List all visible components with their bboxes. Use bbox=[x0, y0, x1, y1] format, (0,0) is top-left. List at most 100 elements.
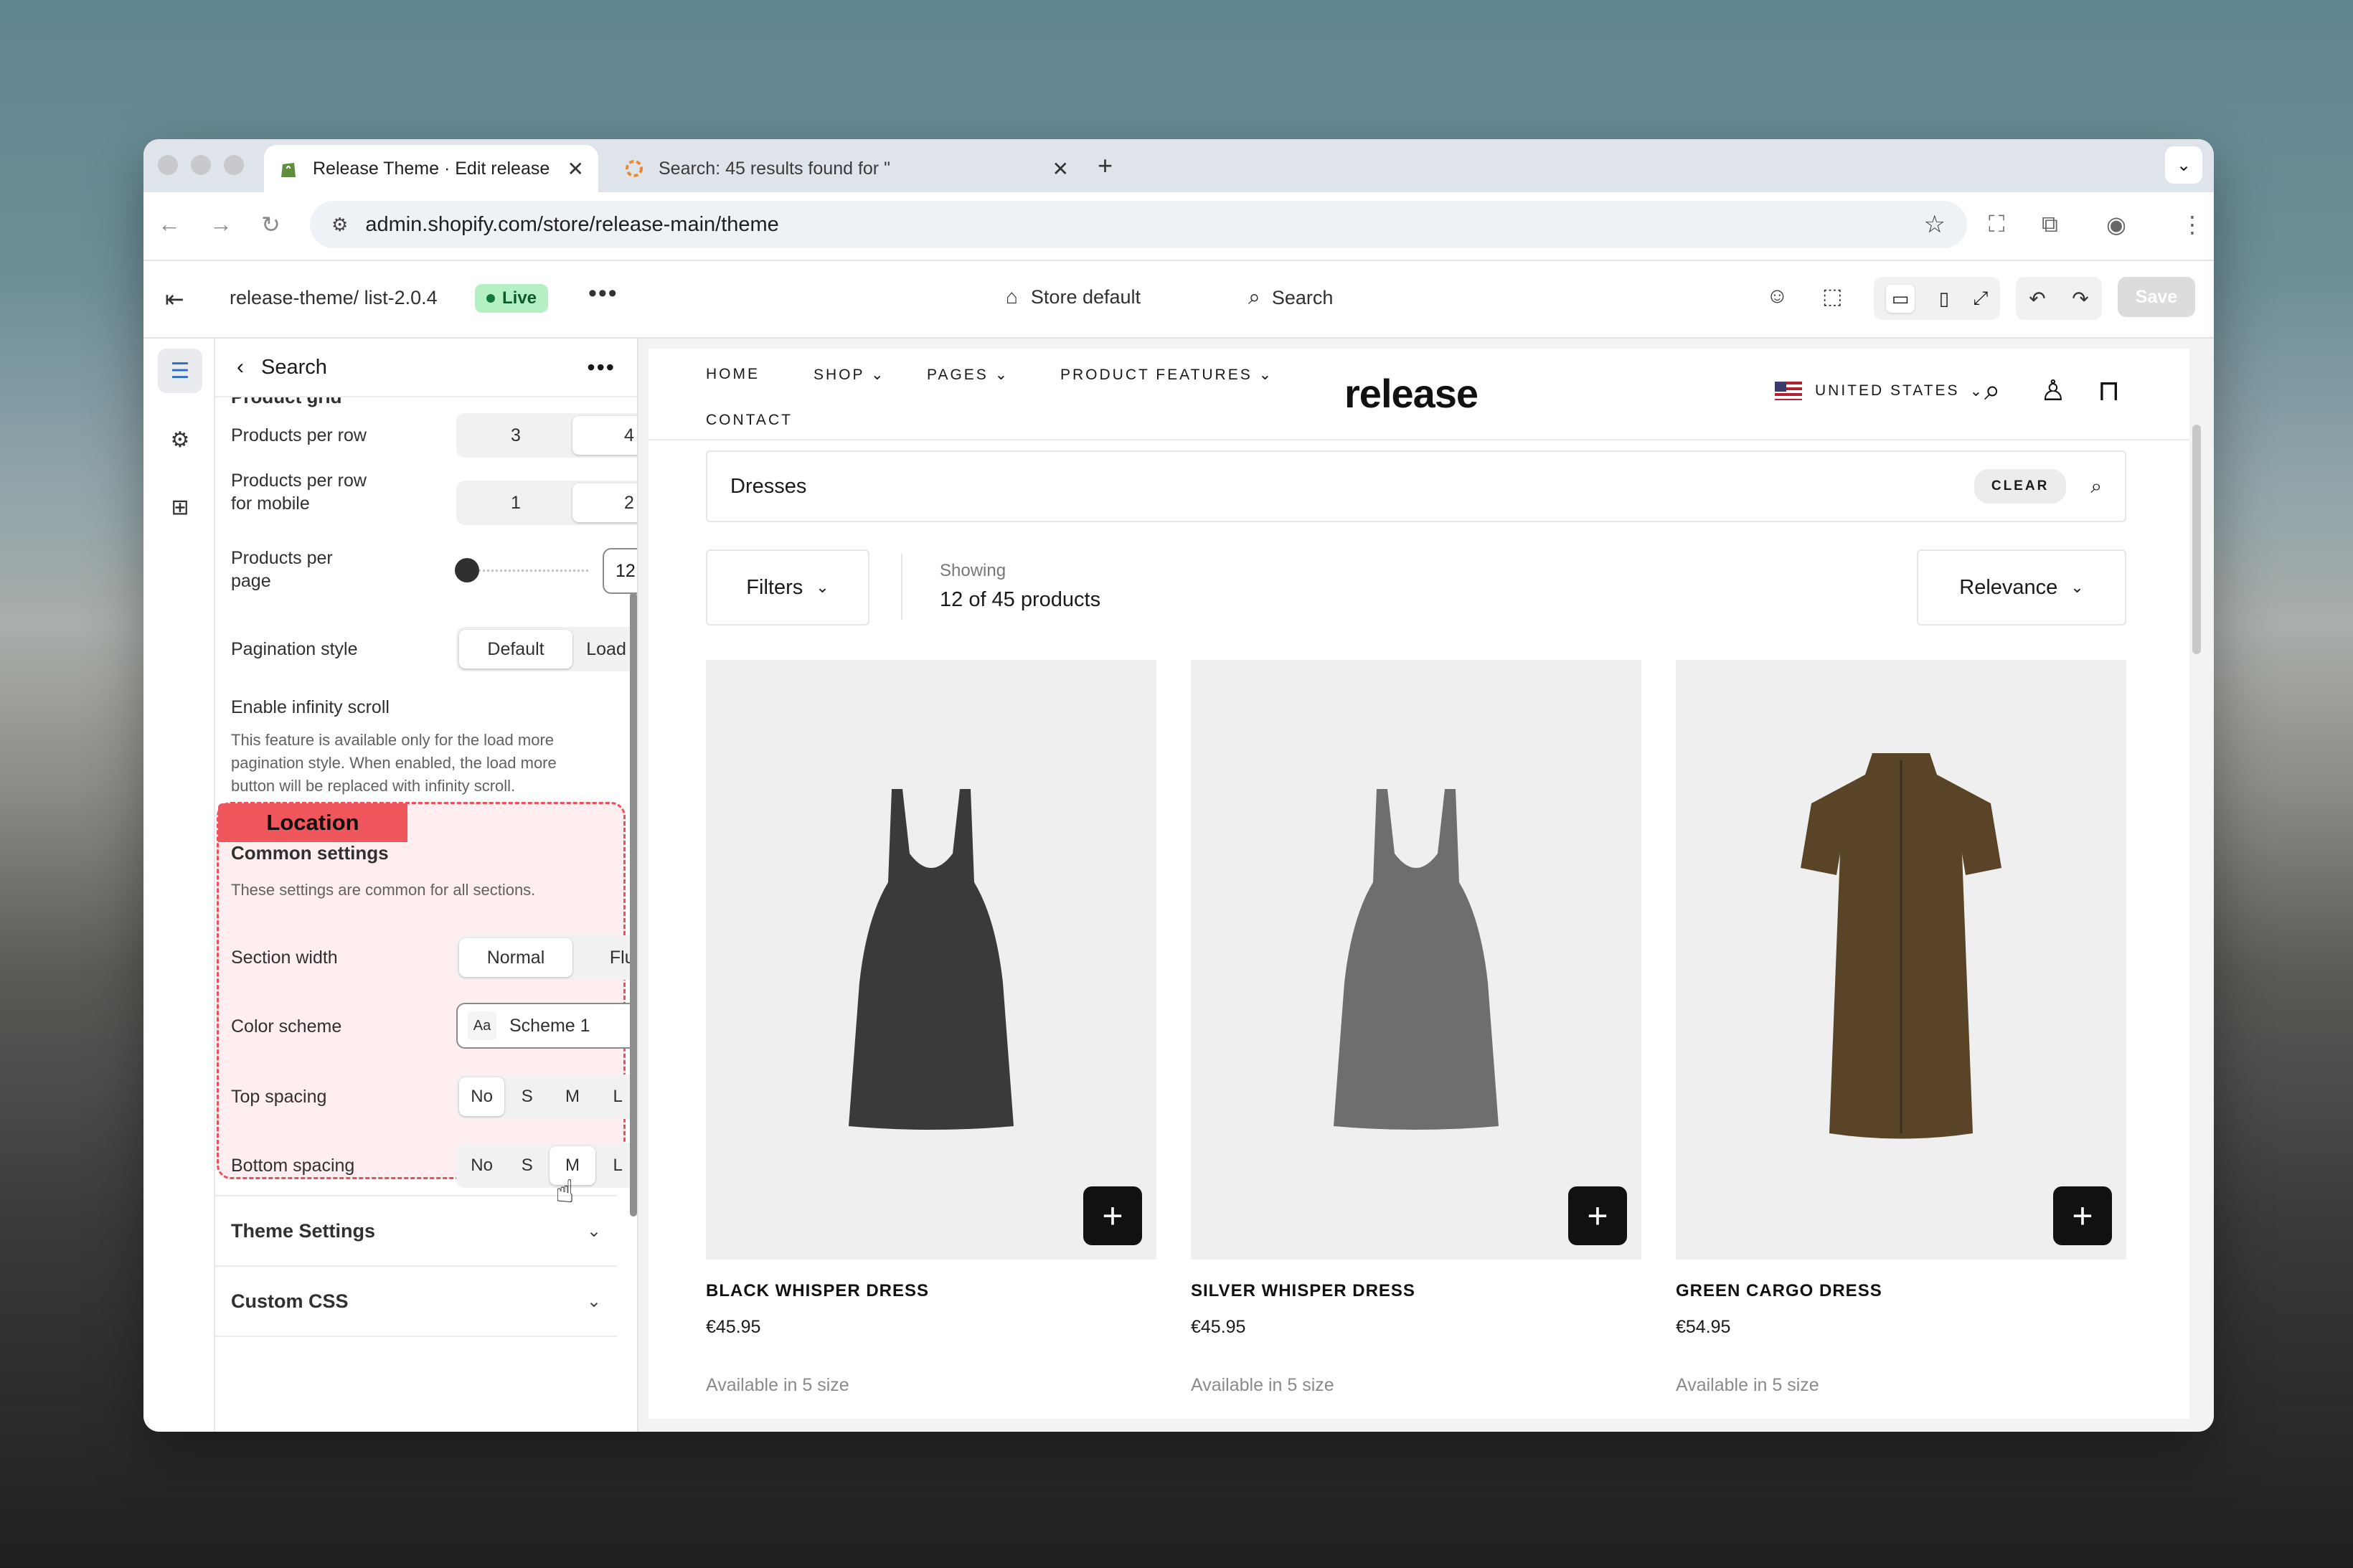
inspector-select-icon[interactable]: ⬚ bbox=[1822, 284, 1842, 309]
panel-title: Search bbox=[261, 355, 327, 379]
pagination-style-option[interactable]: Default bbox=[459, 630, 572, 669]
sort-select[interactable]: Relevance ⌄ bbox=[1917, 549, 2126, 625]
product-name[interactable]: GREEN CARGO DRESS bbox=[1676, 1281, 2126, 1301]
section-width-option[interactable]: Normal bbox=[459, 938, 572, 977]
store-search-icon[interactable]: ⌕ bbox=[1984, 374, 2000, 407]
top-spacing-option[interactable]: No bbox=[459, 1077, 505, 1116]
product-image[interactable]: + bbox=[1676, 660, 2126, 1260]
products-per-row-mobile-label: Products per row for mobile bbox=[231, 471, 367, 514]
product-image[interactable]: + bbox=[706, 660, 1156, 1260]
browser-window: Release Theme · Edit release ✕ Search: 4… bbox=[143, 139, 2214, 1432]
search-query: Dresses bbox=[730, 474, 807, 498]
reload-icon[interactable]: ↻ bbox=[261, 211, 280, 238]
panel-header: ‹ Search ••• bbox=[215, 339, 637, 397]
url-field[interactable]: ⚙ admin.shopify.com/store/release-main/t… bbox=[310, 201, 1967, 248]
add-to-cart-plus-button[interactable]: + bbox=[1568, 1186, 1627, 1245]
fullscreen-preview-icon[interactable]: ⤢ bbox=[1973, 287, 1988, 310]
products-per-row-label: Products per row bbox=[231, 425, 367, 445]
tab-search-menu-icon[interactable]: ⌄ bbox=[2165, 146, 2202, 184]
products-per-page-slider[interactable] bbox=[455, 558, 588, 582]
forward-icon[interactable]: → bbox=[209, 211, 232, 237]
store-default-selector[interactable]: ⌂ Store default bbox=[1006, 285, 1141, 308]
redo-icon[interactable]: ↷ bbox=[2072, 287, 2088, 311]
theme-actions-more-icon[interactable]: ••• bbox=[588, 280, 618, 308]
preview-scrollbar[interactable] bbox=[2192, 425, 2201, 654]
sections-icon[interactable]: ☰ bbox=[158, 349, 202, 393]
browser-menu-icon[interactable]: ⋮ bbox=[2181, 211, 2204, 238]
save-button[interactable]: Save bbox=[2118, 277, 2195, 317]
pagination-style-option[interactable]: Load more bbox=[572, 630, 637, 669]
panel-scrollbar[interactable] bbox=[630, 592, 637, 1217]
bookmark-star-icon[interactable]: ☆ bbox=[1924, 210, 1946, 239]
color-scheme-select[interactable]: Aa Scheme 1 ⇕ bbox=[456, 1003, 637, 1049]
back-icon[interactable]: ← bbox=[158, 211, 181, 237]
filters-button[interactable]: Filters ⌄ bbox=[706, 549, 869, 625]
desktop-preview-icon[interactable]: ▭ bbox=[1885, 284, 1915, 313]
nav-shop[interactable]: SHOP ⌄ bbox=[814, 366, 886, 384]
store-logo[interactable]: release bbox=[1344, 370, 1479, 417]
product-name[interactable]: SILVER WHISPER DRESS bbox=[1191, 1281, 1641, 1301]
exit-editor-icon[interactable]: ⇤ bbox=[165, 285, 184, 313]
product-card[interactable]: + SILVER WHISPER DRESS €45.95 Available … bbox=[1191, 660, 1641, 1396]
section-width-option[interactable]: Fluid bbox=[572, 938, 637, 977]
nav-contact[interactable]: CONTACT bbox=[706, 412, 793, 429]
apps-icon[interactable]: ⊞ bbox=[158, 485, 202, 529]
products-per-row-mobile-segment: 1 2 bbox=[456, 481, 637, 525]
account-icon[interactable]: ♙ bbox=[2040, 374, 2066, 407]
product-image[interactable]: + bbox=[1191, 660, 1641, 1260]
store-icon: ⌂ bbox=[1006, 285, 1018, 308]
product-card[interactable]: + GREEN CARGO DRESS €54.95 Available in … bbox=[1676, 660, 2126, 1396]
store-navigation: HOME SHOP ⌄ PAGES ⌄ PRODUCT FEATURES ⌄ C… bbox=[649, 349, 2189, 440]
profile-icon[interactable]: ◉ bbox=[2106, 211, 2126, 238]
undo-icon[interactable]: ↶ bbox=[2029, 287, 2045, 311]
theme-name: release-theme/ list-2.0.4 bbox=[230, 287, 438, 308]
products-per-page-input[interactable]: 12 bbox=[603, 548, 637, 594]
site-settings-icon[interactable]: ⚙ bbox=[331, 214, 348, 236]
products-per-row-option[interactable]: 3 bbox=[459, 416, 572, 455]
products-per-row-mobile-option[interactable]: 2 bbox=[572, 483, 637, 522]
panel-more-icon[interactable]: ••• bbox=[587, 354, 616, 381]
editor-search-button[interactable]: ⌕ Search bbox=[1248, 285, 1333, 310]
bottom-spacing-option[interactable]: S bbox=[504, 1146, 550, 1185]
search-icon[interactable]: ⌕ bbox=[2090, 475, 2102, 499]
close-window-button[interactable] bbox=[158, 155, 178, 175]
top-spacing-option[interactable]: S bbox=[504, 1077, 550, 1116]
product-name[interactable]: BLACK WHISPER DRESS bbox=[706, 1281, 1156, 1301]
toolbar-divider bbox=[901, 554, 902, 620]
nav-pages[interactable]: PAGES ⌄ bbox=[927, 366, 1009, 384]
products-per-row-mobile-option[interactable]: 1 bbox=[459, 483, 572, 522]
accordion-custom-css[interactable]: Custom CSS ⌄ bbox=[215, 1265, 617, 1336]
showing-label: Showing bbox=[940, 561, 1006, 580]
products-per-row-option[interactable]: 4 bbox=[572, 416, 637, 455]
accordion-label: Custom CSS bbox=[231, 1290, 349, 1312]
tab-search-results[interactable]: Search: 45 results found for " ✕ bbox=[610, 145, 1083, 192]
section-width-segment: Normal Fluid bbox=[456, 935, 637, 980]
product-availability: Available in 5 size bbox=[1676, 1375, 1819, 1395]
maximize-window-button[interactable] bbox=[224, 155, 244, 175]
cart-bag-icon[interactable]: ⊓ bbox=[2098, 374, 2120, 407]
country-selector[interactable]: UNITED STATES ⌄ bbox=[1775, 382, 1984, 400]
add-to-cart-plus-button[interactable]: + bbox=[2053, 1186, 2112, 1245]
back-chevron-icon[interactable]: ‹ bbox=[237, 355, 244, 379]
mobile-preview-icon[interactable]: ▯ bbox=[1939, 288, 1949, 310]
theme-settings-gear-icon[interactable]: ⚙ bbox=[158, 417, 202, 462]
product-card[interactable]: + BLACK WHISPER DRESS €45.95 Available i… bbox=[706, 660, 1156, 1396]
nav-product-features[interactable]: PRODUCT FEATURES ⌄ bbox=[1060, 366, 1273, 384]
slider-knob[interactable] bbox=[455, 558, 479, 582]
top-spacing-option[interactable]: M bbox=[550, 1077, 595, 1116]
location-tag: Location bbox=[218, 803, 407, 842]
dress-image-icon bbox=[1801, 753, 2001, 1139]
ai-assistant-icon[interactable]: ☺ bbox=[1766, 284, 1788, 308]
search-results-input[interactable]: Dresses CLEAR ⌕ bbox=[706, 450, 2126, 522]
clear-search-button[interactable]: CLEAR bbox=[1974, 469, 2067, 504]
minimize-window-button[interactable] bbox=[191, 155, 211, 175]
close-tab-icon[interactable]: ✕ bbox=[1052, 157, 1069, 181]
bottom-spacing-option[interactable]: No bbox=[459, 1146, 504, 1185]
close-tab-icon[interactable]: ✕ bbox=[567, 157, 584, 181]
extensions-icon[interactable]: ⧉ bbox=[2042, 211, 2058, 238]
nav-home[interactable]: HOME bbox=[706, 366, 760, 383]
tab-release-theme[interactable]: Release Theme · Edit release ✕ bbox=[264, 145, 598, 192]
add-to-cart-plus-button[interactable]: + bbox=[1083, 1186, 1142, 1245]
new-tab-button[interactable]: + bbox=[1098, 151, 1113, 181]
screen-capture-icon[interactable]: ⛶ bbox=[1989, 211, 2004, 238]
